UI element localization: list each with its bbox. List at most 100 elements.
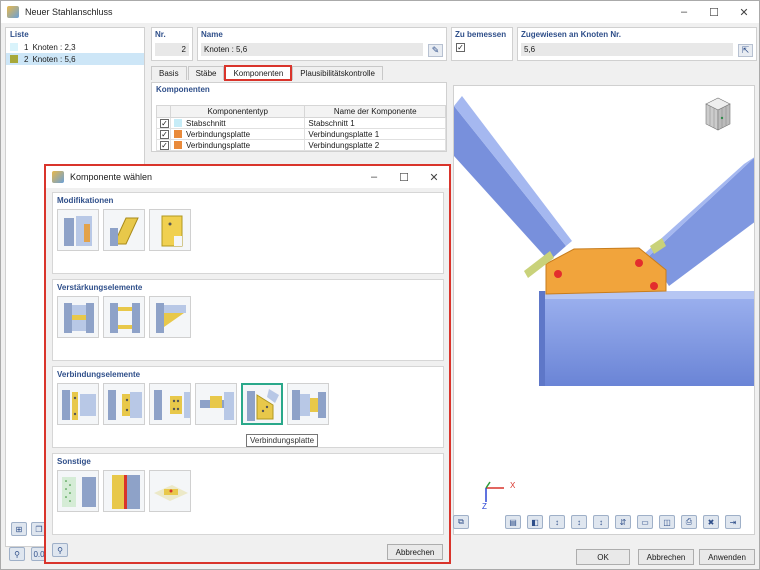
3d-viewport[interactable]: X Z [453,85,755,535]
close-button[interactable]: ✕ [729,1,759,23]
tile-vb-verbindungsplatte[interactable] [241,383,283,425]
view-iso-icon[interactable]: ⇵ [615,515,631,529]
dialog-icon [52,171,64,183]
ok-button[interactable]: OK [576,549,630,565]
color-swatch [174,119,182,128]
view-mode-icon[interactable]: ⧉ [453,515,469,529]
export-icon[interactable]: ⇥ [725,515,741,529]
add-item-icon[interactable]: ⊞ [11,522,27,536]
tile-tooltip: Verbindungsplatte [246,434,319,447]
steel-connection-model [454,96,754,386]
tile-vb-cleat[interactable] [149,383,191,425]
row-type: Verbindungsplatte [186,129,251,139]
tile-so-weld[interactable] [103,470,145,512]
window-title: Neuer Stahlanschluss [25,7,113,17]
komponenten-panel: Komponenten Komponententyp Name der Komp… [151,82,447,152]
section-verstaerkung: Verstärkungselemente [52,279,444,361]
komponenten-header: Komponenten [152,83,446,96]
view-cube-icon[interactable] [700,96,736,132]
row-checkbox[interactable]: ✓ [160,129,169,139]
dialog-maximize-button[interactable]: ☐ [389,166,419,188]
table-header-check [156,105,171,118]
dialog-cancel-button[interactable]: Abbrechen [387,544,443,560]
tile-vb-endplate[interactable] [57,383,99,425]
dialog-minimize-button[interactable]: – [359,166,389,188]
minimize-button[interactable]: – [669,1,699,23]
perspective-icon[interactable]: ▭ [637,515,653,529]
color-swatch [174,141,182,150]
tile-mod-plate[interactable] [103,209,145,251]
tile-mod-cut[interactable] [57,209,99,251]
view-z-icon[interactable]: ↕ [593,515,609,529]
tile-so-anchor[interactable] [149,470,191,512]
main-window: Neuer Stahlanschluss – ☐ ✕ Liste 1 Knote… [0,0,760,570]
zugewiesen-label: Zugewiesen an Knoten Nr. [521,30,622,39]
app-icon [7,6,19,18]
table-row[interactable]: ✓ Verbindungsplatte Verbindungsplatte 2 [156,139,446,151]
nr-value[interactable]: 2 [155,43,189,56]
tile-vb-splice[interactable] [287,383,329,425]
table-row[interactable]: ✓ Stabschnitt Stabschnitt 1 [156,117,446,129]
bemessen-checkbox[interactable]: ✓ [456,43,465,52]
bemessen-label: Zu bemessen [455,30,507,39]
zugewiesen-input[interactable]: 5,6 [521,43,733,56]
tile-vs-haunch[interactable] [149,296,191,338]
list-item[interactable]: 1 Knoten : 2,3 [6,41,144,53]
row-checkbox[interactable]: ✓ [160,118,169,128]
tab-plausibilitaet[interactable]: Plausibilitätskontrolle [292,66,383,80]
dialog-help-icon[interactable]: ⚲ [52,543,68,557]
row-name: Stabschnitt 1 [304,117,446,129]
dialog-title: Komponente wählen [70,172,153,182]
tab-basis[interactable]: Basis [151,66,187,80]
render-icon[interactable]: ◧ [527,515,543,529]
reset-view-icon[interactable]: ✖ [703,515,719,529]
liste-header: Liste [6,28,144,41]
axis-z-label: Z [482,502,487,511]
tab-komponenten[interactable]: Komponenten [224,65,293,81]
tile-vs-stiffener[interactable] [57,296,99,338]
visibility-icon[interactable]: ◫ [659,515,675,529]
name-input[interactable]: Knoten : 5,6 [201,43,423,56]
tile-vb-baseplate[interactable] [195,383,237,425]
bemessen-field-box: Zu bemessen ✓ [451,27,513,61]
display-options-icon[interactable]: ▤ [505,515,521,529]
section-verbindung: Verbindungselemente Verbindungsplatte [52,366,444,448]
view-y-icon[interactable]: ↕ [571,515,587,529]
row-checkbox[interactable]: ✓ [160,140,169,150]
tab-staebe[interactable]: Stäbe [187,66,225,80]
viewport-toolbar: ⧉ ▤ ◧ ↕ ↕ ↕ ⇵ ▭ ◫ ⎙ ✖ ⇥ [453,513,747,531]
print-icon[interactable]: ⎙ [681,515,697,529]
tile-mod-notch[interactable] [149,209,191,251]
maximize-button[interactable]: ☐ [699,1,729,23]
cancel-button[interactable]: Abbrechen [638,549,694,565]
list-item-label: Knoten : 2,3 [32,42,76,52]
tile-vb-finplate[interactable] [103,383,145,425]
nr-field-box: Nr. 2 [151,27,193,61]
tab-bar: Basis Stäbe Komponenten Plausibilitätsko… [151,65,384,81]
axis-x-label: X [510,481,516,490]
row-name: Verbindungsplatte 1 [304,128,446,140]
title-bar: Neuer Stahlanschluss – ☐ ✕ [1,1,759,23]
name-field-box: Name Knoten : 5,6 ✎ [197,27,447,61]
edit-name-button[interactable]: ✎ [428,44,443,57]
apply-button[interactable]: Anwenden [699,549,755,565]
list-item-num: 2 [24,54,29,64]
komponente-waehlen-dialog: Komponente wählen – ☐ ✕ Modifikationen V… [44,164,451,564]
tile-so-grid[interactable] [57,470,99,512]
tile-vs-doubler[interactable] [103,296,145,338]
view-x-icon[interactable]: ↕ [549,515,565,529]
color-swatch [10,43,18,51]
table-row[interactable]: ✓ Verbindungsplatte Verbindungsplatte 1 [156,128,446,140]
nr-label: Nr. [155,30,166,39]
dialog-close-button[interactable]: ✕ [419,166,449,188]
section-sonstige: Sonstige [52,453,444,535]
table-header-name: Name der Komponente [304,105,446,118]
list-item[interactable]: 2 Knoten : 5,6 [6,53,144,65]
section-label: Modifikationen [57,196,114,205]
section-label: Sonstige [57,457,91,466]
table-header-type: Komponententyp [169,105,306,118]
pick-node-button[interactable]: ⇱ [738,44,753,57]
list-item-num: 1 [24,42,29,52]
help-icon[interactable]: ⚲ [9,547,25,561]
row-type: Stabschnitt [186,118,226,128]
